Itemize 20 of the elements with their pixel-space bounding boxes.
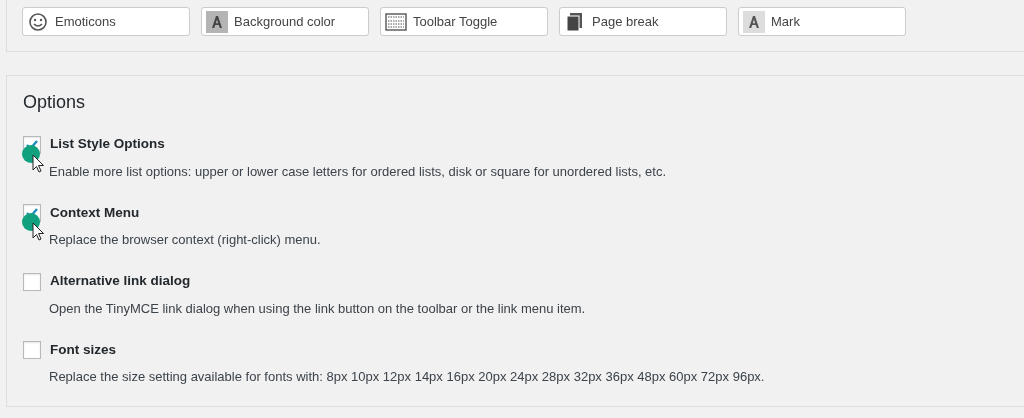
toolbar-item-button[interactable]: Page break [559,7,727,36]
option-description: Replace the size setting available for fonts with: 8px 10px 12px 14px 16px 20px 24px 28px 32px 36px 48px 60px 72px 96px. [49,368,766,387]
smiley-icon [27,10,49,33]
checkbox[interactable] [23,341,41,360]
option-label: List Style Options [50,135,165,154]
letter-icon [743,10,765,33]
toolbar-item-button[interactable]: Background color [201,7,369,36]
letter-icon [206,10,228,33]
option-description: Open the TinyMCE link dialog when using the link button on the toolbar or the link menu item. [49,299,587,318]
toolbar-item-button[interactable]: Mark [738,7,906,36]
toolbar-item-button[interactable]: Toolbar Toggle [380,7,548,36]
keyboard-icon [385,10,407,33]
option-description: Replace the browser context (right-click) menu. [49,231,322,250]
option-label: Font sizes [50,340,116,359]
section-heading: Options [23,92,87,114]
option-label: Alternative link dialog [50,272,191,291]
option-label: Context Menu [50,203,140,222]
checkbox[interactable] [23,272,41,291]
toolbar-item-button[interactable]: Emoticons [22,7,190,36]
option-description: Enable more list options: upper or lower case letters for ordered lists, disk or square for unordered lists, etc. [49,162,668,181]
